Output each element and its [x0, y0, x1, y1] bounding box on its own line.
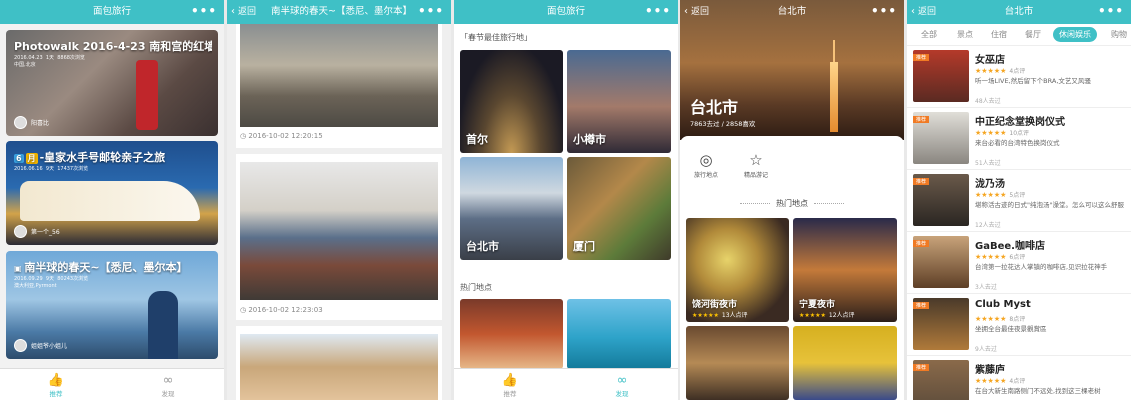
avatar [14, 339, 27, 352]
card-meta: 2016.09.29 9天 80243次浏览 澳大利亚,Pyrmont [14, 276, 89, 289]
more-menu-icon[interactable]: ••• [1098, 0, 1124, 22]
spot-card[interactable] [793, 326, 897, 400]
navbar: 面包旅行 ••• [0, 0, 224, 24]
thumbs-up-icon: 👍 [47, 373, 65, 388]
tab-discover[interactable]: ∞ 发现 [566, 369, 678, 400]
navbar: 面包旅行 ••• [454, 0, 678, 24]
post-photo[interactable] [240, 24, 438, 127]
card-title: 6 月 -皇家水手号邮轮亲子之旅 [14, 151, 166, 164]
section-title: 热门地点 [460, 283, 492, 292]
screen-travelogue-detail: ‹ 返回 南半球的春天~【悉尼、墨尔本】 ••• ◷ 2016-10-02 12:… [227, 0, 451, 400]
category-all[interactable]: 全部 [921, 29, 937, 40]
avatar [14, 225, 27, 238]
post-timestamp: ◷ 2016-10-02 12:23:03 [240, 306, 323, 314]
tab-discover[interactable]: ∞ 发现 [112, 369, 224, 400]
place-thumbnail: 推荐 [913, 50, 969, 102]
screen-recommend-feed: 面包旅行 ••• Photowalk 2016-4-23 南和宫的红墙 2016… [0, 0, 224, 400]
city-panel: ◎ 旅行地点 ☆ 精品游记 热门地点 饶河街夜市 ★★★★★ 13人点评 宁夏夜市 ★… [680, 136, 904, 400]
place-item[interactable]: 推荐 中正纪念堂换岗仪式 ★★★★★ 10点评 来台必看的台湾特色换岗仪式 51人… [907, 108, 1131, 170]
tab-recommend[interactable]: 👍 推荐 [0, 369, 112, 400]
category-food[interactable]: 餐厅 [1025, 29, 1041, 40]
post-photo[interactable] [240, 334, 438, 400]
back-button[interactable]: ‹ 返回 [231, 0, 256, 24]
card-author[interactable]: 阳喜比 [14, 116, 49, 129]
category-bar: 全部 景点 住宿 餐厅 休闲娱乐 购物 [907, 24, 1131, 46]
place-item[interactable]: 推荐 泷乃汤 ★★★★★ 5点评 堪称活古迹的日式"纯泡汤"澡堂。怎么可以这么舒服… [907, 170, 1131, 232]
binoculars-icon: ∞ [162, 373, 174, 388]
travelogue-card[interactable]: Photowalk 2016-4-23 南和宫的红墙 2016.04.23 1天… [6, 30, 218, 136]
place-thumbnail: 推荐 [913, 360, 969, 400]
card-meta: 2016.06.16 9天 17437次浏览 [14, 166, 89, 172]
binoculars-icon: ∞ [616, 373, 628, 388]
card-meta: 2016.04.23 1天 8868次浏览 中国,北京 [14, 55, 85, 68]
place-item[interactable]: 推荐 GaBee.咖啡店 ★★★★★ 6点评 台湾第一拉花达人掌镇的咖啡店,见识拉… [907, 232, 1131, 294]
place-item[interactable]: 推荐 紫藤庐 ★★★★★ 4点评 在台大新生南路侧门不远处,找到这三棵老树 [907, 356, 1131, 400]
more-menu-icon[interactable]: ••• [191, 0, 217, 22]
spot-card[interactable] [686, 326, 789, 400]
photo-post: ◷ 2016-10-02 12:20:15 [236, 24, 442, 148]
place-thumbnail: 推荐 [913, 112, 969, 164]
hot-spots-title: 热门地点 [680, 198, 904, 209]
navbar: ‹ 返回 台北市 ••• [907, 0, 1131, 24]
place-thumbnail: 推荐 [913, 236, 969, 288]
photo-post: ◷ 2016-10-02 12:23:03 [236, 154, 442, 320]
card-title: ▣ 南半球的春天~【悉尼、墨尔本】 [14, 261, 188, 274]
tab-recommend[interactable]: 👍 推荐 [454, 369, 566, 400]
place-item[interactable]: 推荐 Club Myst ★★★★★ 8点评 坐拥全台最佳夜景觀賞區 9人去过 [907, 294, 1131, 356]
flag-icon: ▣ [14, 264, 25, 273]
travelogue-card[interactable]: ▣ 南半球的春天~【悉尼、墨尔本】 2016.09.29 9天 80243次浏览… [6, 251, 218, 359]
navbar: ‹ 返回 台北市 ••• [680, 0, 904, 24]
hot-spot-tile[interactable] [567, 299, 671, 369]
section-title: 「春节最佳旅行地」 [460, 33, 532, 42]
travelogue-card[interactable]: 6 月 -皇家水手号邮轮亲子之旅 2016.06.16 9天 17437次浏览 第一… [6, 141, 218, 245]
page-title: 南半球的春天~【悉尼、墨尔本】 [271, 6, 412, 17]
chevron-left-icon: ‹ [231, 6, 235, 17]
place-thumbnail: 推荐 [913, 174, 969, 226]
card-title: Photowalk 2016-4-23 南和宫的红墙 [14, 40, 212, 53]
destination-tile[interactable]: 首尔 [460, 50, 563, 153]
more-menu-icon[interactable]: ••• [418, 0, 444, 22]
screens-collage: 面包旅行 ••• Photowalk 2016-4-23 南和宫的红墙 2016… [0, 0, 1131, 400]
star-icon: ☆ [749, 151, 763, 169]
city-stats: 7863去过 / 2858喜欢 [690, 120, 756, 128]
spot-card[interactable]: 饶河街夜市 ★★★★★ 13人点评 [686, 218, 789, 322]
tower-illustration [830, 40, 838, 132]
hot-spot-tile[interactable] [460, 299, 563, 369]
category-leisure[interactable]: 休闲娱乐 [1053, 27, 1097, 42]
action-travel-spots[interactable]: ◎ 旅行地点 [686, 150, 726, 179]
destination-tile[interactable]: 厦门 [567, 157, 671, 260]
action-featured-guides[interactable]: ☆ 精品游记 [736, 150, 776, 179]
post-photo[interactable] [240, 162, 438, 300]
avatar [14, 116, 27, 129]
navbar: ‹ 返回 南半球的春天~【悉尼、墨尔本】 ••• [227, 0, 451, 24]
tab-bar: 👍 推荐 ∞ 发现 [454, 368, 678, 400]
destination-tile[interactable]: 小樽市 [567, 50, 671, 153]
thumbs-up-icon: 👍 [501, 373, 519, 388]
card-author[interactable]: 第一个_56 [14, 225, 60, 238]
category-sights[interactable]: 景点 [957, 29, 973, 40]
city-name: 台北市 [690, 98, 739, 117]
spot-card[interactable]: 宁夏夜市 ★★★★★ 12人点评 [793, 218, 897, 322]
destination-tile[interactable]: 台北市 [460, 157, 563, 260]
more-menu-icon[interactable]: ••• [871, 0, 897, 22]
category-shopping[interactable]: 购物 [1111, 29, 1127, 40]
tab-bar: 👍 推荐 ∞ 发现 [0, 368, 224, 400]
screen-discover: 面包旅行 ••• 「春节最佳旅行地」 首尔 小樽市 台北市 厦门 热门地点 👍 推… [454, 0, 678, 400]
place-item[interactable]: 推荐 女巫店 ★★★★★ 4点评 听一场LIVE,然后留下个BRA,文艺又风骚 4… [907, 46, 1131, 108]
category-stay[interactable]: 住宿 [991, 29, 1007, 40]
screen-city-places: ‹ 返回 台北市 ••• 全部 景点 住宿 餐厅 休闲娱乐 购物 推荐 女巫店 ★… [907, 0, 1131, 400]
card-author[interactable]: 姐姐爷小姐儿 [14, 339, 67, 352]
compass-icon: ◎ [699, 151, 713, 169]
more-menu-icon[interactable]: ••• [645, 0, 671, 22]
place-thumbnail: 推荐 [913, 298, 969, 350]
photo-post [236, 326, 442, 400]
screen-city-detail: 台北市 7863去过 / 2858喜欢 ‹ 返回 台北市 ••• ◎ 旅行地点 ☆ 精… [680, 0, 904, 400]
post-timestamp: ◷ 2016-10-02 12:20:15 [240, 132, 323, 140]
